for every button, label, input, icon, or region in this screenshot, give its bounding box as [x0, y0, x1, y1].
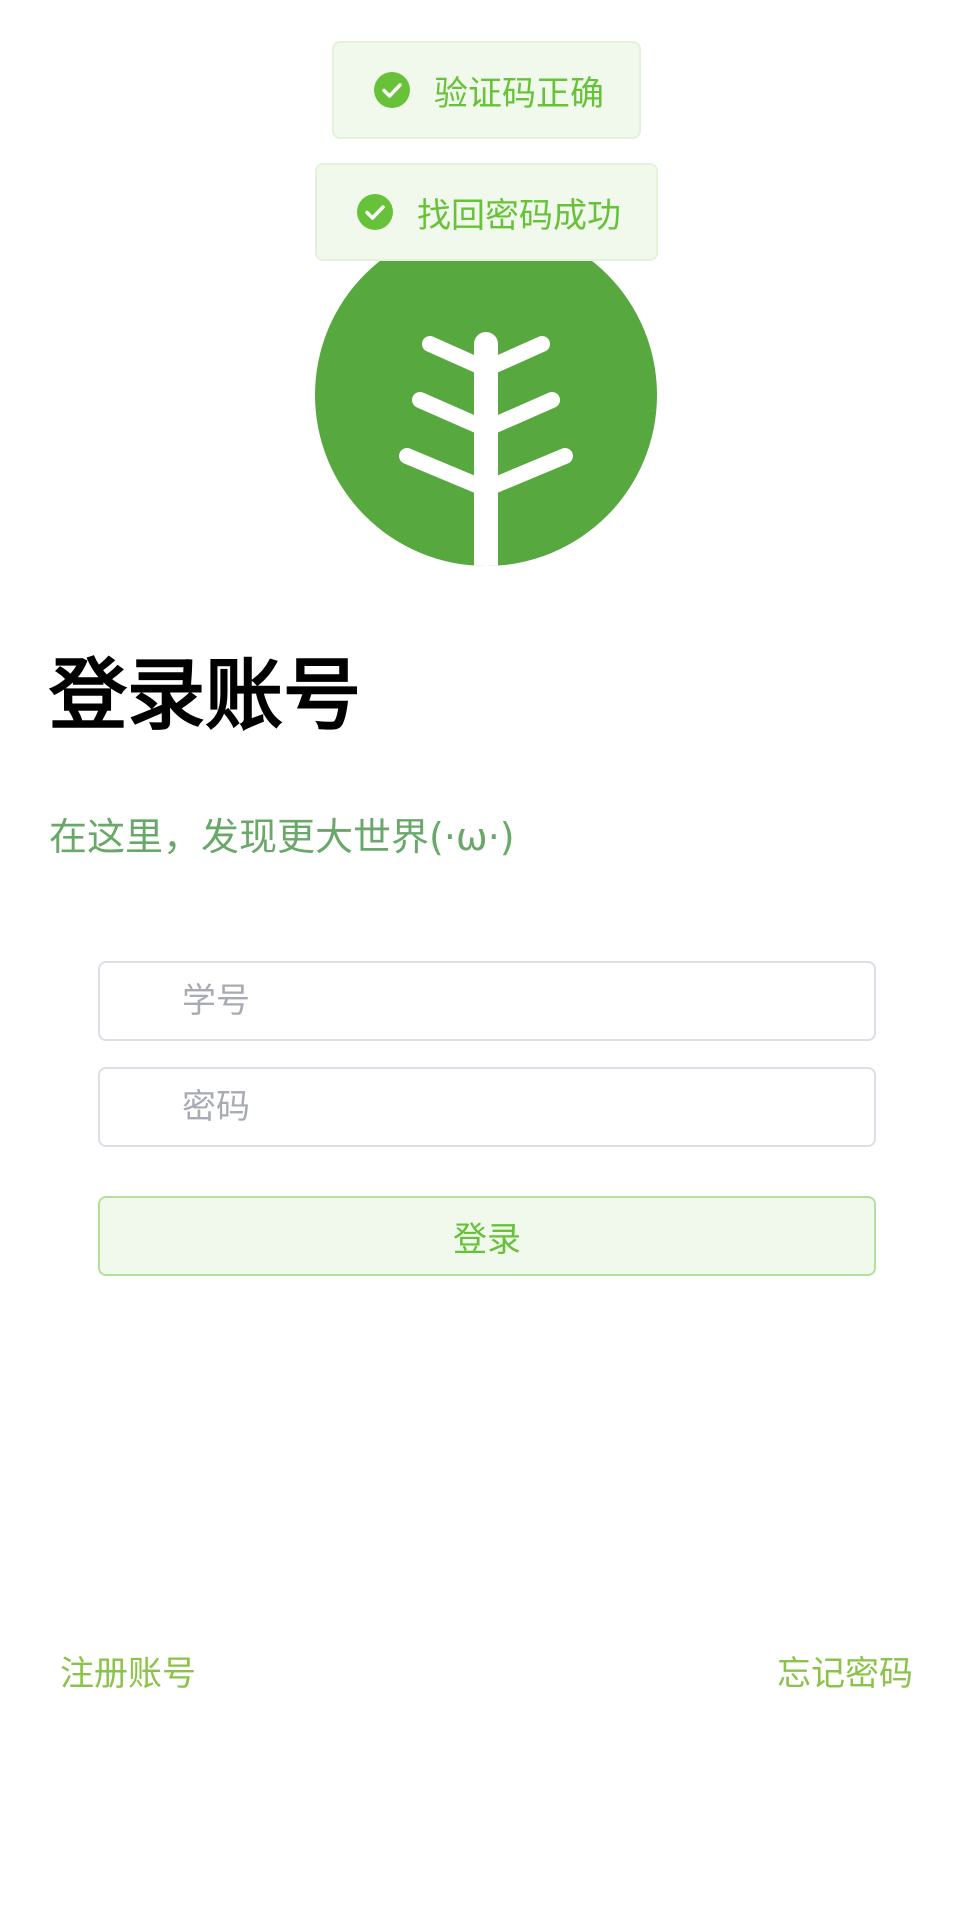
check-circle-icon — [374, 72, 410, 108]
toast-captcha-correct: 验证码正确 — [332, 41, 641, 139]
check-circle-icon — [357, 194, 393, 230]
tree-branch-icon — [315, 224, 657, 566]
student-id-input[interactable] — [98, 961, 876, 1041]
login-button[interactable]: 登录 — [98, 1196, 876, 1276]
register-link[interactable]: 注册账号 — [60, 1650, 196, 1698]
forgot-password-link[interactable]: 忘记密码 — [777, 1650, 913, 1698]
page-subtitle: 在这里，发现更大世界(·ω·) — [49, 815, 515, 859]
login-page: 验证码正确 找回密码成功 登录账号 在这里，发现更大世界(·ω·) 学号 登录 … — [0, 0, 973, 1920]
app-logo — [315, 224, 657, 566]
toast-text: 验证码正确 — [434, 73, 604, 114]
toast-password-recovered: 找回密码成功 — [315, 163, 658, 261]
toast-text: 找回密码成功 — [417, 195, 621, 236]
password-input[interactable] — [98, 1067, 876, 1147]
page-title: 登录账号 — [49, 651, 362, 741]
